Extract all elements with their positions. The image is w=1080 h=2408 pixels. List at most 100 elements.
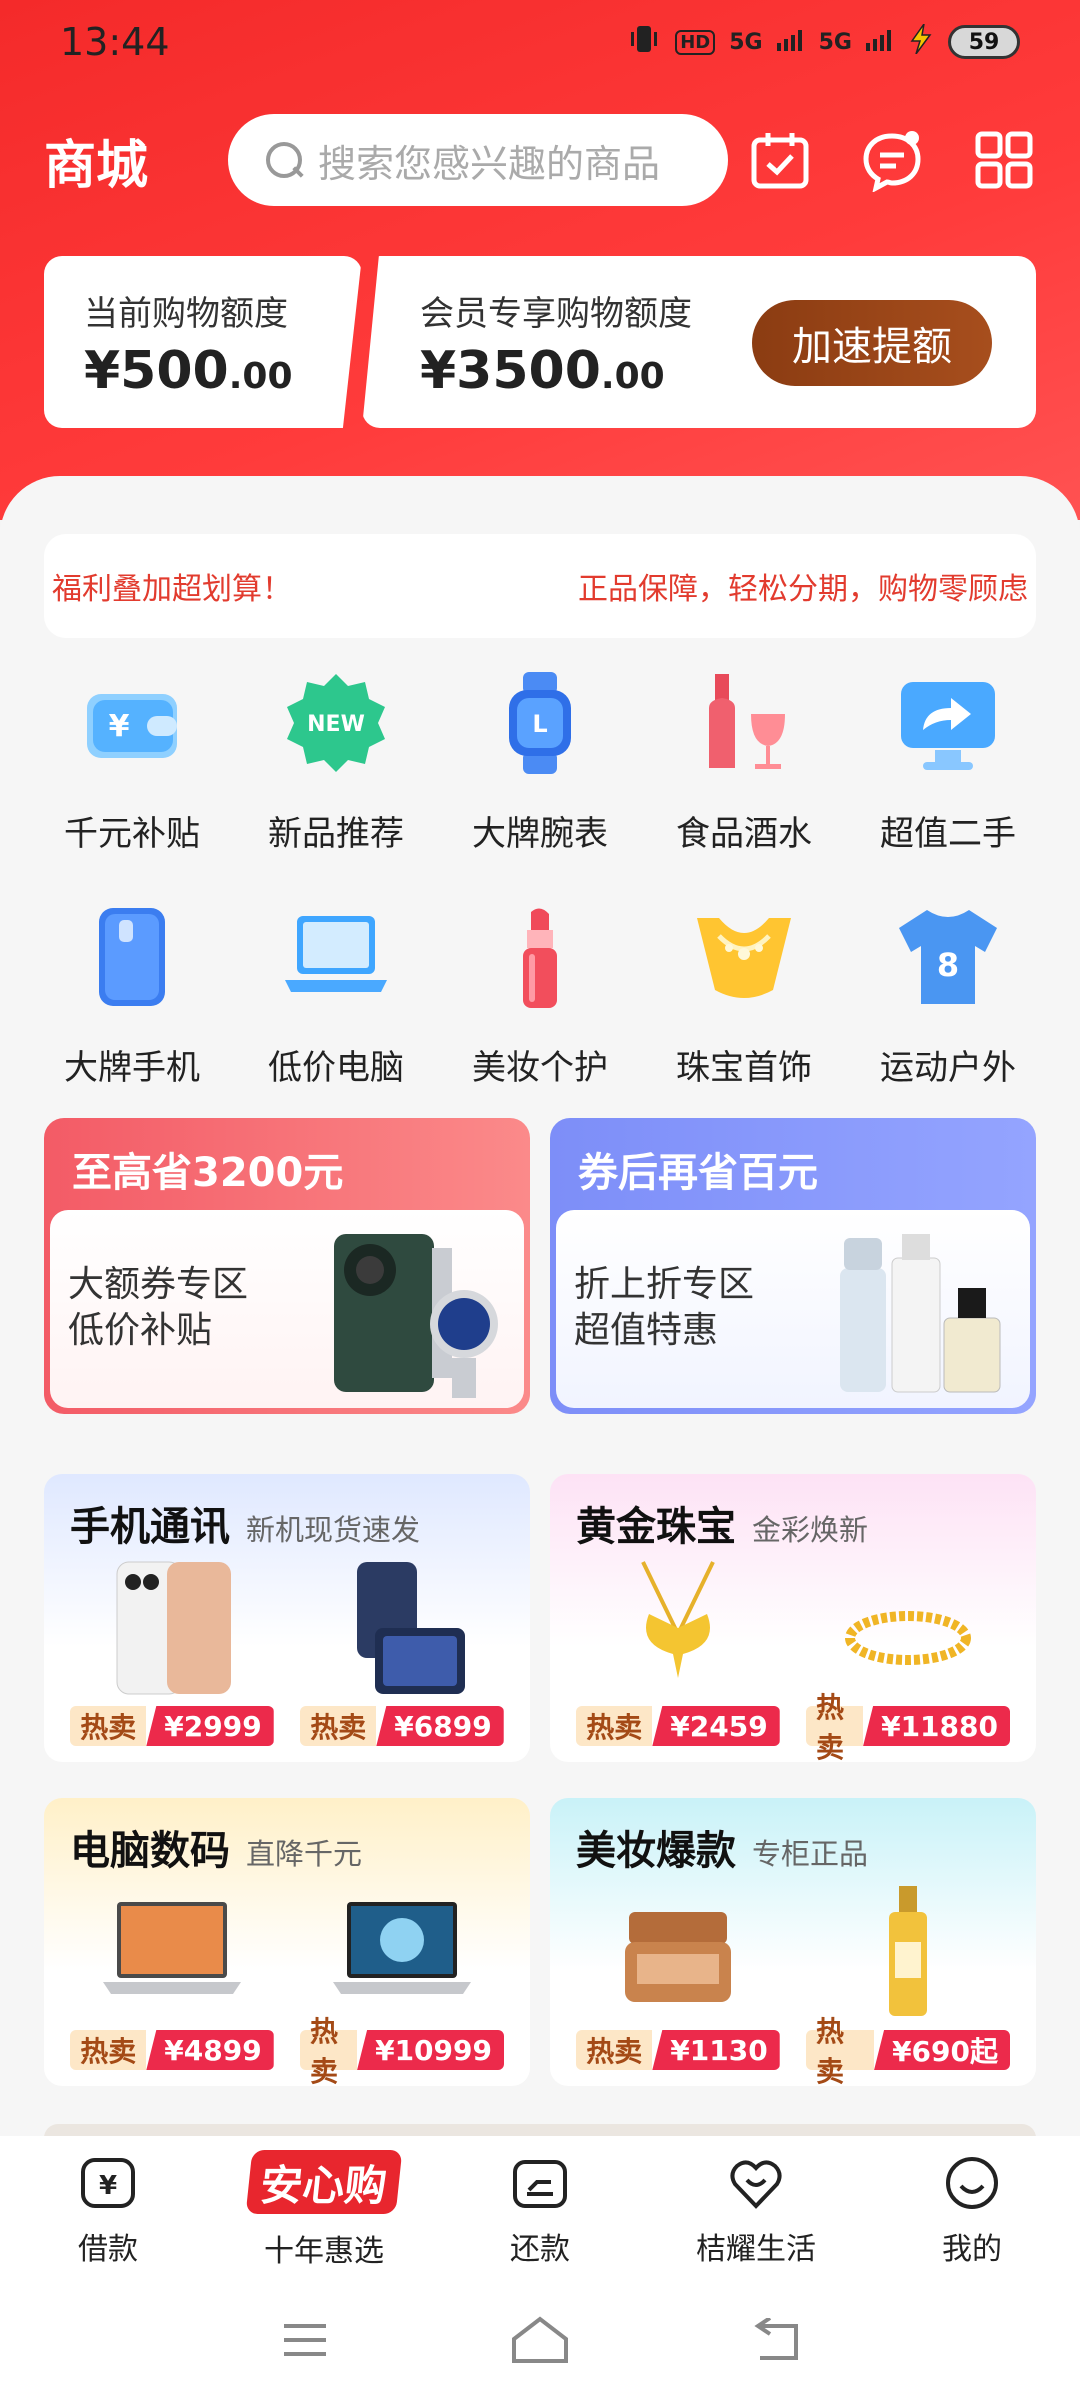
coupon-zone-card[interactable]: 至高省3200元 大额券专区 低价补贴 xyxy=(44,1118,530,1414)
brand-logo: 安心购 xyxy=(245,2150,403,2214)
product-card[interactable]: 热卖 ¥2459 xyxy=(576,1558,780,1746)
category-item[interactable]: 美妆个护 xyxy=(438,894,642,1102)
calendar-check-icon[interactable] xyxy=(748,128,812,192)
laptop-icon xyxy=(281,902,391,1012)
section-jewelry[interactable]: 黄金珠宝 金彩焕新 热卖 ¥2459 热卖 ¥11880 xyxy=(550,1474,1036,1762)
wallet-icon: ¥ xyxy=(77,668,187,778)
marquee-left-text: 福利叠加超划算！ xyxy=(52,572,292,607)
category-label: 低价电脑 xyxy=(268,1048,404,1088)
nav-label: 十年惠选 xyxy=(264,2234,384,2269)
signal-bars-icon-2 xyxy=(866,27,894,57)
discount-zone-card[interactable]: 券后再省百元 折上折专区 超值特惠 xyxy=(550,1118,1036,1414)
price-label: ¥4899 xyxy=(146,2030,274,2070)
hot-label: 热卖 xyxy=(806,1691,864,1762)
price-label: ¥6899 xyxy=(376,1706,504,1746)
top-icon-group xyxy=(748,128,1036,193)
status-time: 13:44 xyxy=(60,20,170,64)
message-icon[interactable] xyxy=(860,128,924,193)
necklace-icon xyxy=(689,902,799,1012)
laptop-product-image xyxy=(97,1882,247,2022)
loan-icon: ¥ xyxy=(79,2154,137,2212)
hot-label: 热卖 xyxy=(806,2015,875,2086)
section-subtitle: 直降千元 xyxy=(246,1837,363,1871)
nav-label: 桔耀生活 xyxy=(696,2232,816,2267)
hot-label: 热卖 xyxy=(70,1706,147,1746)
category-item[interactable]: 珠宝首饰 xyxy=(642,894,846,1102)
serum-bottle-image xyxy=(833,1882,983,2022)
category-item[interactable]: 食品酒水 xyxy=(642,660,846,868)
category-item[interactable]: 8 运动户外 xyxy=(846,894,1050,1102)
price-label: ¥11880 xyxy=(863,1706,1010,1746)
monitor-arrow-icon xyxy=(893,668,1003,778)
hd-icon: HD xyxy=(675,29,716,55)
section-title: 黄金珠宝 xyxy=(576,1504,736,1550)
signal-5g-icon-2: 5G xyxy=(818,29,852,55)
macbook-product-image xyxy=(327,1882,477,2022)
price-label: ¥2999 xyxy=(146,1706,274,1746)
credit-row: 当前购物额度 ¥500.00 会员专享购物额度 ¥3500.00 加速提额 xyxy=(44,256,1036,428)
hot-label: 热卖 xyxy=(576,2030,653,2070)
section-computers[interactable]: 电脑数码 直降千元 热卖 ¥4899 热卖 ¥10999 xyxy=(44,1798,530,2086)
status-icons: HD 5G 5G 59 xyxy=(627,22,1020,62)
section-cosmetics[interactable]: 美妆爆款 专柜正品 热卖 ¥1130 热卖 ¥690起 xyxy=(550,1798,1036,2086)
nav-item-repay[interactable]: 还款 xyxy=(440,2154,640,2268)
svg-text:¥: ¥ xyxy=(109,709,130,744)
section-title: 美妆爆款 xyxy=(576,1828,736,1874)
section-subtitle: 新机现货速发 xyxy=(246,1513,421,1547)
category-label: 大牌手机 xyxy=(64,1048,200,1088)
hot-label: 热卖 xyxy=(70,2030,147,2070)
nav-item-home[interactable]: 安心购 十年惠选 xyxy=(224,2150,424,2270)
product-card[interactable]: 热卖 ¥4899 xyxy=(70,1882,274,2070)
product-card[interactable]: 热卖 ¥10999 xyxy=(300,1882,504,2086)
current-credit-card[interactable]: 当前购物额度 ¥500.00 xyxy=(44,256,362,428)
section-title: 电脑数码 xyxy=(70,1828,230,1874)
member-credit-card[interactable]: 会员专享购物额度 ¥3500.00 加速提额 xyxy=(362,256,1036,428)
category-label: 运动户外 xyxy=(880,1048,1016,1088)
hot-label: 热卖 xyxy=(576,1706,653,1746)
category-item[interactable]: 超值二手 xyxy=(846,660,1050,868)
category-item[interactable]: NEW 新品推荐 xyxy=(234,660,438,868)
category-item[interactable]: L 大牌腕表 xyxy=(438,660,642,868)
nav-item-life[interactable]: 桔耀生活 xyxy=(656,2154,856,2268)
product-card[interactable]: 热卖 ¥11880 xyxy=(806,1558,1010,1762)
nav-item-mine[interactable]: 我的 xyxy=(872,2154,1072,2268)
product-card[interactable]: 热卖 ¥2999 xyxy=(70,1558,274,1746)
promo-title: 券后再省百元 xyxy=(578,1150,818,1196)
category-label: 食品酒水 xyxy=(676,814,812,854)
svg-text:¥: ¥ xyxy=(99,2171,117,2201)
product-card[interactable]: 热卖 ¥690起 xyxy=(806,1882,1010,2086)
charging-icon xyxy=(908,23,934,60)
svg-text:8: 8 xyxy=(937,946,959,984)
section-phones[interactable]: 手机通讯 新机现货速发 热卖 ¥2999 热卖 ¥6899 xyxy=(44,1474,530,1762)
category-item[interactable]: ¥ 千元补贴 xyxy=(30,660,234,868)
category-label: 新品推荐 xyxy=(268,814,404,854)
svg-text:L: L xyxy=(532,710,547,738)
phone-icon xyxy=(77,902,187,1012)
phone-watch-image xyxy=(324,1228,504,1398)
boost-limit-button[interactable]: 加速提额 xyxy=(752,300,992,386)
wine-icon xyxy=(689,668,799,778)
home-icon[interactable] xyxy=(510,2315,570,2369)
product-card[interactable]: 热卖 ¥1130 xyxy=(576,1882,780,2070)
promo-body: 大额券专区 低价补贴 xyxy=(50,1210,524,1408)
cream-jar-image xyxy=(603,1882,753,2022)
watch-icon: L xyxy=(485,668,595,778)
category-item[interactable]: 低价电脑 xyxy=(234,894,438,1102)
price-label: ¥10999 xyxy=(357,2030,504,2070)
nav-item-loan[interactable]: ¥ 借款 xyxy=(8,2154,208,2268)
grid-menu-icon[interactable] xyxy=(972,128,1036,192)
back-icon[interactable] xyxy=(750,2316,800,2366)
search-icon xyxy=(264,140,304,180)
product-card[interactable]: 热卖 ¥6899 xyxy=(300,1558,504,1746)
heart-bag-icon xyxy=(727,2154,785,2212)
menu-icon[interactable] xyxy=(280,2320,330,2364)
category-item[interactable]: 大牌手机 xyxy=(30,894,234,1102)
phone-product-image xyxy=(97,1558,247,1698)
current-credit-amount: ¥500.00 xyxy=(84,341,293,401)
hot-label: 热卖 xyxy=(300,2015,358,2086)
nav-label: 还款 xyxy=(510,2232,570,2267)
repay-icon xyxy=(511,2154,569,2212)
price-label: ¥2459 xyxy=(652,1706,780,1746)
search-placeholder: 搜索您感兴趣的商品 xyxy=(318,141,661,186)
search-bar[interactable]: 搜索您感兴趣的商品 xyxy=(228,114,728,206)
